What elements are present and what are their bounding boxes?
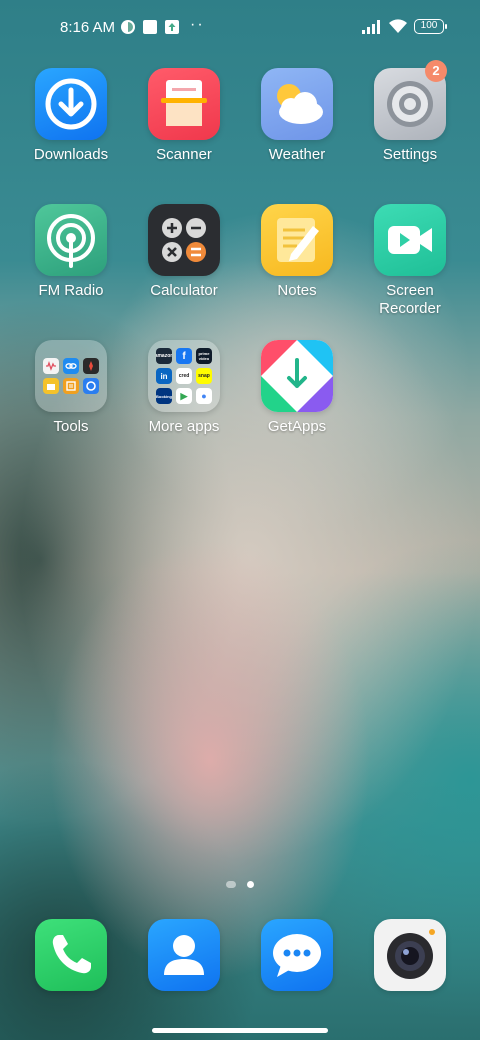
signal-icon bbox=[362, 20, 380, 34]
cred-mini-icon: cred bbox=[176, 368, 192, 384]
upload-notification-icon bbox=[165, 20, 179, 34]
amazon-mini-icon: amazon bbox=[156, 348, 172, 364]
compass-mini-icon bbox=[83, 358, 99, 374]
app-screen-recorder[interactable]: Screen Recorder bbox=[355, 204, 465, 318]
notification-badge: 2 bbox=[425, 60, 447, 82]
app-label: Weather bbox=[268, 146, 326, 163]
square-notification-icon bbox=[143, 20, 157, 34]
battery-indicator: 100 bbox=[414, 19, 447, 34]
wifi-icon bbox=[389, 19, 407, 33]
battery-level: 100 bbox=[420, 20, 438, 31]
notes-icon bbox=[261, 204, 333, 276]
screen-recorder-icon bbox=[374, 204, 446, 276]
app-downloads[interactable]: Downloads bbox=[16, 68, 126, 164]
app-scanner[interactable]: Scanner bbox=[129, 68, 239, 164]
link-mini-icon bbox=[63, 358, 79, 374]
app-label: Downloads bbox=[33, 146, 109, 163]
dock-messages[interactable] bbox=[242, 919, 352, 991]
dock-camera[interactable] bbox=[355, 919, 465, 991]
support-mini-icon bbox=[83, 378, 99, 394]
app-label: Notes bbox=[277, 282, 317, 299]
app-label: Scanner bbox=[156, 146, 212, 163]
dock-phone[interactable] bbox=[16, 919, 126, 991]
phone-icon bbox=[35, 919, 107, 991]
status-bar: 8:16 AM ·· 100 bbox=[0, 0, 480, 56]
scanner-icon bbox=[148, 68, 220, 140]
prime-video-mini-icon: prime video bbox=[196, 348, 212, 364]
home-indicator[interactable] bbox=[152, 1028, 328, 1033]
app-fm-radio[interactable]: FM Radio bbox=[16, 204, 126, 300]
clock: 8:16 AM bbox=[60, 19, 116, 36]
app-label: Screen Recorder bbox=[379, 282, 441, 317]
fm-radio-icon bbox=[35, 204, 107, 276]
getapps-icon bbox=[261, 340, 333, 412]
app-label: Calculator bbox=[150, 282, 218, 299]
app-label: Settings bbox=[382, 146, 438, 163]
linkedin-mini-icon: in bbox=[156, 368, 172, 384]
more-notifications-icon: ·· bbox=[190, 16, 205, 33]
page-dot-2-active[interactable] bbox=[246, 881, 254, 889]
page-dot-1[interactable] bbox=[226, 881, 237, 889]
contacts-icon bbox=[148, 919, 220, 991]
play-store-mini-icon: ▶ bbox=[176, 388, 192, 404]
app-settings[interactable]: 2 Settings bbox=[355, 60, 465, 164]
app-notification-icon bbox=[121, 20, 135, 34]
app-calculator[interactable]: Calculator bbox=[129, 204, 239, 300]
app-label: GetApps bbox=[267, 418, 327, 435]
camera-icon bbox=[374, 919, 446, 991]
messages-icon bbox=[261, 919, 333, 991]
app-label: Tools bbox=[53, 418, 89, 435]
app-label: FM Radio bbox=[38, 282, 104, 299]
folder-tools[interactable]: Tools bbox=[16, 340, 126, 436]
app-weather[interactable]: Weather bbox=[242, 68, 352, 164]
booking-mini-icon: Booking bbox=[156, 388, 172, 404]
weather-icon bbox=[261, 68, 333, 140]
backup-mini-icon bbox=[43, 378, 59, 394]
tools-folder-icon bbox=[35, 340, 107, 412]
folder-more-apps[interactable]: amazon f prime video in cred snap Bookin… bbox=[129, 340, 239, 436]
facebook-mini-icon: f bbox=[176, 348, 192, 364]
more-apps-folder-icon: amazon f prime video in cred snap Bookin… bbox=[148, 340, 220, 412]
voice-recorder-mini-icon bbox=[43, 358, 59, 374]
snapchat-mini-icon: snap bbox=[196, 368, 212, 384]
calculator-icon bbox=[148, 204, 220, 276]
app-notes[interactable]: Notes bbox=[242, 204, 352, 300]
downloads-icon bbox=[35, 68, 107, 140]
google-assistant-mini-icon: ● bbox=[196, 388, 212, 404]
dock-contacts[interactable] bbox=[129, 919, 239, 991]
file-manager-mini-icon bbox=[63, 378, 79, 394]
app-getapps[interactable]: GetApps bbox=[242, 340, 352, 436]
app-label: More apps bbox=[148, 418, 220, 435]
page-indicator bbox=[0, 876, 480, 894]
